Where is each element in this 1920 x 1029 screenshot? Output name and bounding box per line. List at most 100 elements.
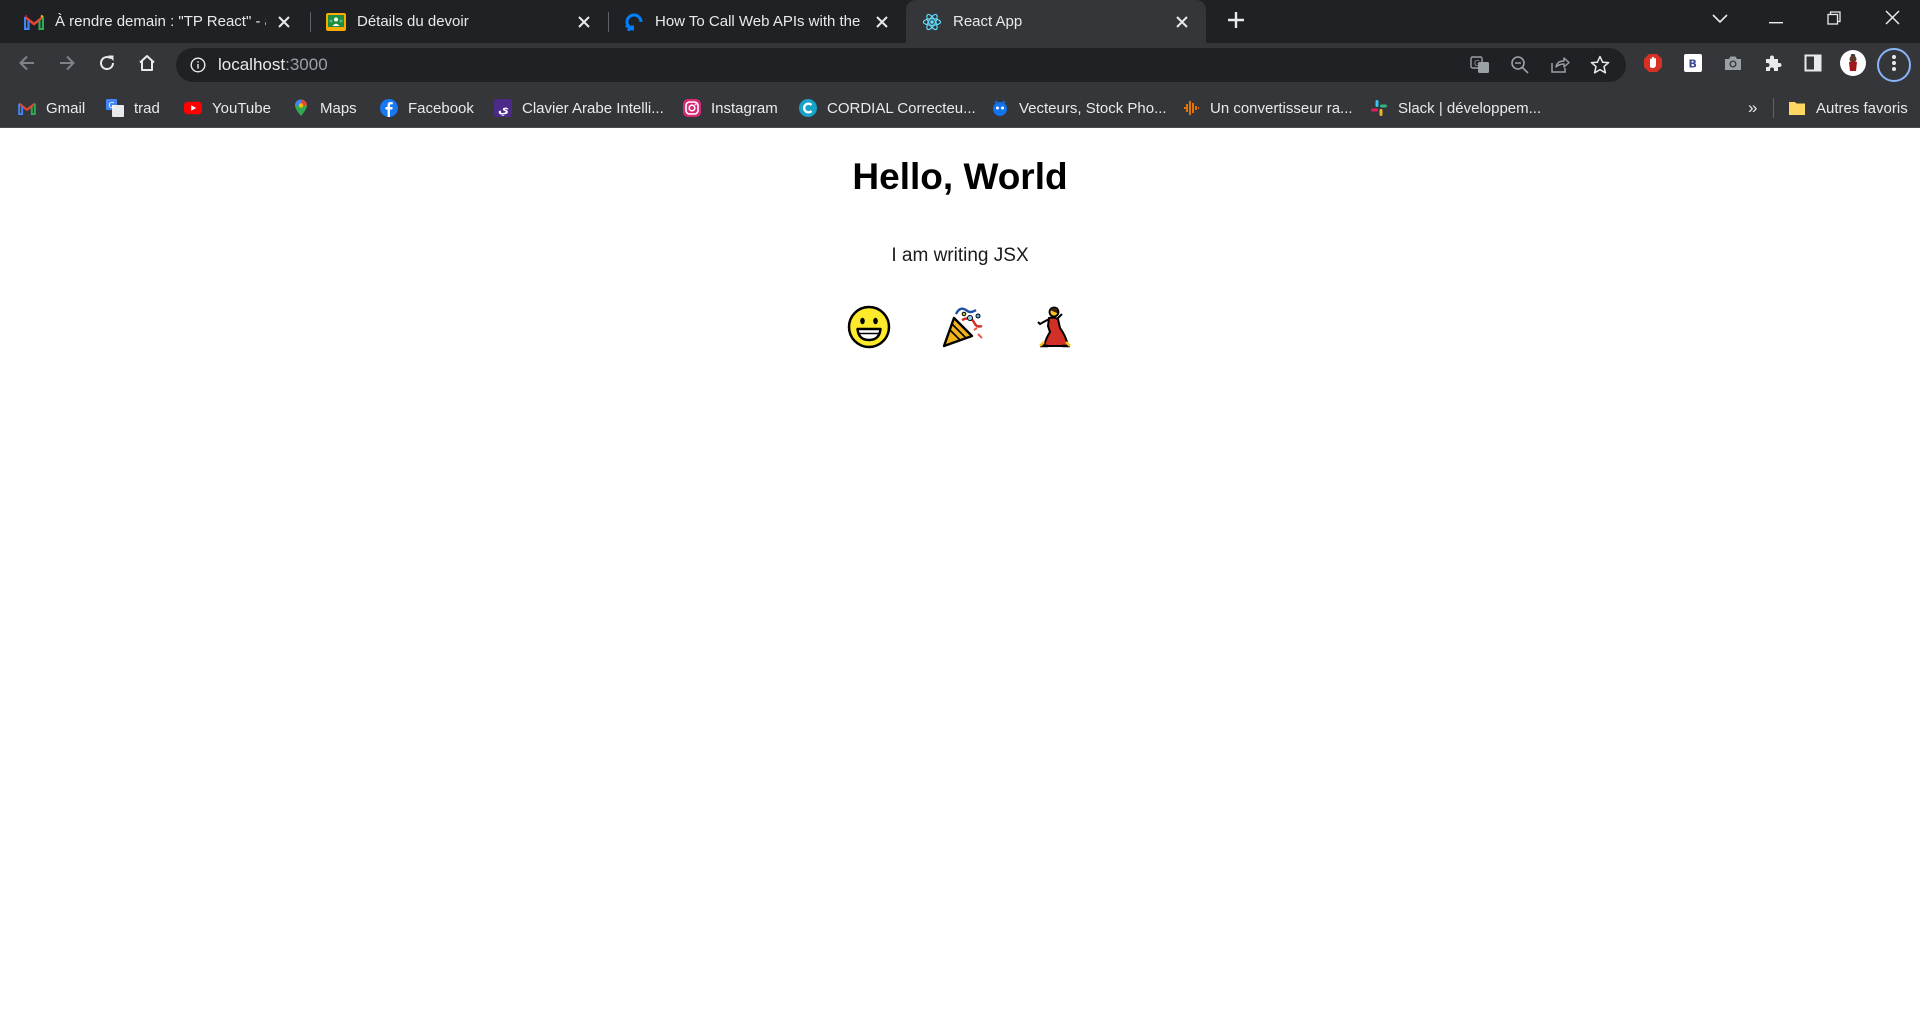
freepik-icon [991,99,1009,117]
web-page: Hello, World I am writing JSX [0,128,1920,1029]
bookmark-label: trad [134,99,160,117]
woman-dancing-emoji [1037,306,1071,348]
folder-icon [1788,99,1806,117]
new-tab-button[interactable] [1222,8,1250,36]
react-icon [922,12,942,32]
gmail-icon [18,99,36,117]
close-icon[interactable] [574,12,594,32]
bookmark-instagram[interactable]: Instagram [683,95,778,121]
page-heading: Hello, World [852,156,1068,197]
b-extension-icon: B [1683,53,1703,78]
bookmark-youtube[interactable]: YouTube [184,95,271,121]
restore-button[interactable] [1806,0,1862,40]
bookmarks-divider [1773,98,1774,118]
other-bookmarks-folder[interactable]: Autres favoris [1788,95,1908,121]
more-vert-icon [1891,54,1897,77]
bookmark-label: Gmail [46,99,86,117]
grinning-face-emoji [847,305,891,349]
tab-strip: À rendre demain : "TP React" - an Détail… [0,0,1920,43]
bookmark-label: Vecteurs, Stock Pho... [1019,99,1167,117]
reload-button[interactable] [91,49,123,81]
minimize-icon [1769,11,1783,29]
close-icon[interactable] [1172,12,1192,32]
more-bookmarks-button[interactable]: » [1748,95,1757,121]
bookmark-cordial[interactable]: CORDIAL Correcteu... [799,95,976,121]
browser-toolbar: localhost:3000 G B [0,43,1920,87]
address-bar[interactable]: localhost:3000 G [176,48,1626,82]
bookmark-label: Un convertisseur ra... [1210,99,1353,117]
info-icon[interactable] [188,55,208,75]
instagram-icon [683,99,701,117]
svg-text:ي: ي [498,102,509,116]
svg-text:G: G [1474,59,1480,68]
avatar [1839,49,1867,82]
party-popper-emoji [942,307,983,348]
more-bookmarks-label: » [1748,98,1758,117]
tab-classroom[interactable]: Détails du devoir [310,0,608,43]
restore-icon [1827,10,1841,30]
close-icon[interactable] [274,12,294,32]
minimize-button[interactable] [1748,0,1804,40]
page-paragraph: I am writing JSX [891,245,1029,266]
tab-title: Détails du devoir [357,13,469,30]
gmail-icon [24,12,44,32]
tab-gmail[interactable]: À rendre demain : "TP React" - an [8,0,308,43]
bookmark-slack[interactable]: Slack | développem... [1370,95,1541,121]
tab-search-button[interactable] [1692,0,1748,40]
home-icon [138,54,156,77]
audio-icon [1182,99,1200,117]
chevron-down-icon [1712,11,1728,29]
extension-adblock-button[interactable] [1637,49,1669,81]
side-panel-button[interactable] [1797,49,1829,81]
share-icon[interactable] [1550,55,1570,75]
tab-digitalocean[interactable]: How To Call Web APIs with the us [608,0,906,43]
svg-text:G: G [109,101,115,110]
emoji-row [0,304,1920,354]
star-icon[interactable] [1590,55,1610,75]
side-panel-icon [1804,54,1822,77]
cordial-icon [799,99,817,117]
camera-icon [1723,54,1743,77]
bookmark-facebook[interactable]: Facebook [380,95,474,121]
bookmark-label: Facebook [408,99,474,117]
close-icon[interactable] [872,12,892,32]
bookmark-trad[interactable]: G trad [106,95,160,121]
bookmark-convertisseur[interactable]: Un convertisseur ra... [1182,95,1353,121]
profile-button[interactable] [1837,49,1869,81]
maps-icon [292,99,310,117]
puzzle-icon [1763,53,1783,78]
plus-icon [1227,11,1245,34]
home-button[interactable] [131,49,163,81]
bookmark-clavier-arabe[interactable]: ي Clavier Arabe Intelli... [494,95,664,121]
bookmark-vecteurs[interactable]: Vecteurs, Stock Pho... [991,95,1167,121]
bookmark-label: Clavier Arabe Intelli... [522,99,664,117]
svg-text:B: B [1689,57,1697,70]
bookmark-label: CORDIAL Correcteu... [827,99,976,117]
back-button[interactable] [11,49,43,81]
bookmark-maps[interactable]: Maps [292,95,357,121]
digitalocean-icon [624,12,644,32]
url-host: localhost [218,55,286,74]
close-window-button[interactable] [1864,0,1920,40]
extensions-button[interactable] [1757,49,1789,81]
close-icon [1884,10,1900,30]
bookmark-label: Instagram [711,99,778,117]
tab-title: À rendre demain : "TP React" - an [55,13,266,30]
bookmark-gmail[interactable]: Gmail [18,95,85,121]
extension-b-button[interactable]: B [1677,49,1709,81]
classroom-icon [326,12,346,32]
url-port: :3000 [285,55,328,74]
reload-icon [98,54,116,77]
slack-icon [1370,99,1388,117]
keyboard-icon: ي [494,99,512,117]
menu-button[interactable] [1877,48,1911,82]
tab-react-app[interactable]: React App [906,0,1206,43]
url-text: localhost:3000 [218,55,328,75]
facebook-icon [380,99,398,117]
bookmarks-bar: Gmail G trad YouTube Maps Facebook ي Cla… [0,87,1920,128]
extension-camera-button[interactable] [1717,49,1749,81]
translate-icon[interactable]: G [1470,55,1490,75]
youtube-icon [184,99,202,117]
forward-button[interactable] [51,49,83,81]
zoom-icon[interactable] [1510,55,1530,75]
